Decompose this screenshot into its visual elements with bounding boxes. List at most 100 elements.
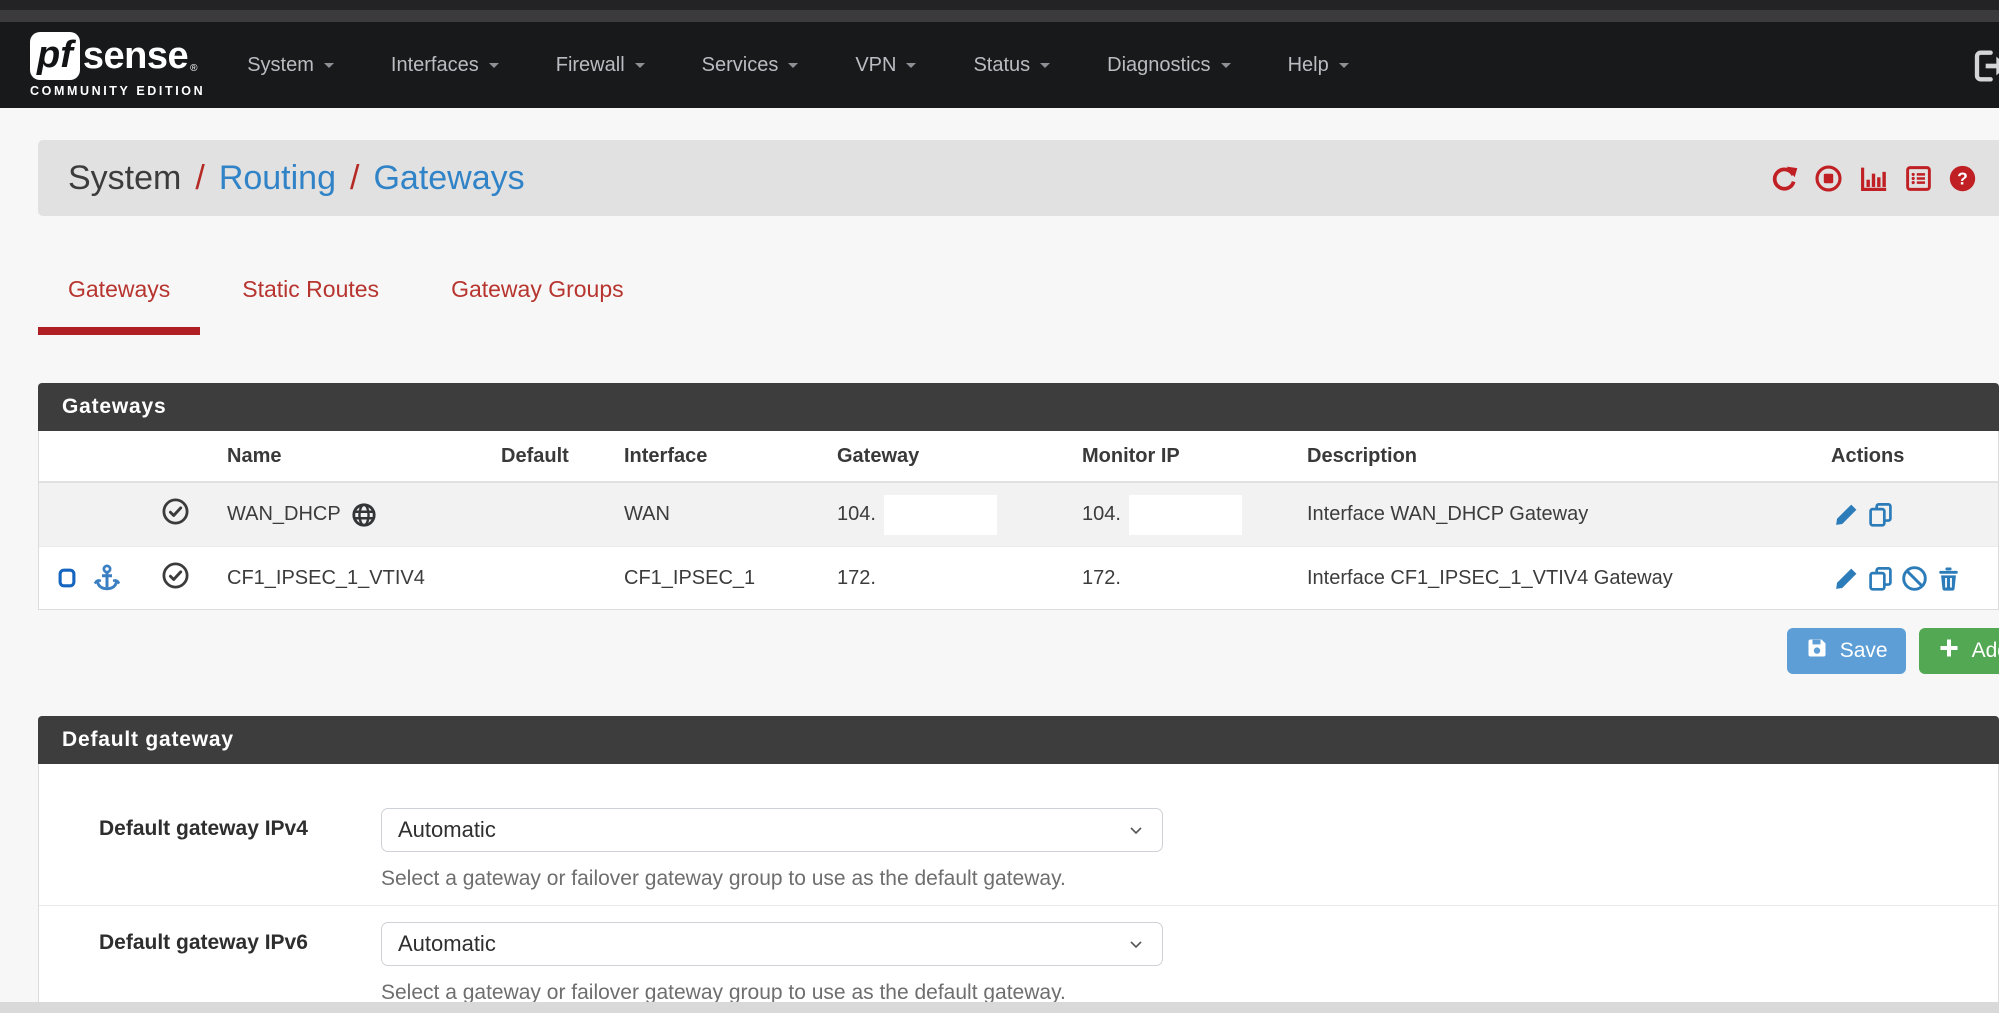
logo-sense-text: sense [83, 35, 188, 78]
monitor-ip: 104. [1082, 503, 1121, 526]
bar-chart-icon[interactable] [1858, 164, 1889, 193]
default-gateway-ipv4-label: Default gateway IPv4 [39, 808, 381, 891]
gateway-description: Interface CF1_IPSEC_1_VTIV4 Gateway [1297, 567, 1827, 590]
add-button[interactable]: Add [1919, 628, 1999, 674]
gateway-description: Interface WAN_DHCP Gateway [1297, 503, 1827, 526]
save-button[interactable]: Save [1787, 628, 1906, 674]
column-header-name: Name [217, 445, 497, 468]
status-online-icon [161, 561, 190, 596]
default-gateway-ipv6-row: Default gateway IPv6 Automatic Select a … [39, 906, 1998, 1013]
column-header-description: Description [1297, 445, 1827, 468]
pfsense-logo[interactable]: pf sense ® COMMUNITY EDITION [30, 32, 205, 98]
default-gateway-panel-title: Default gateway [38, 716, 1999, 764]
breadcrumb-link-gateways[interactable]: Gateways [373, 159, 524, 198]
breadcrumb-bar: System / Routing / Gateways [38, 140, 1999, 216]
copy-icon[interactable] [1867, 501, 1894, 528]
breadcrumb: System / Routing / Gateways [68, 159, 525, 198]
chevron-down-icon [1126, 820, 1146, 840]
gateways-panel: Gateways Name Default Interface Gateway … [38, 383, 1999, 610]
selected-value: Automatic [398, 817, 496, 843]
default-gateway-panel: Default gateway Default gateway IPv4 Aut… [38, 716, 1999, 1013]
nav-item-services[interactable]: Services [702, 54, 799, 77]
chevron-down-icon [788, 63, 798, 73]
edit-icon[interactable] [1833, 565, 1860, 592]
refresh-icon[interactable] [1770, 164, 1799, 193]
globe-icon [351, 502, 377, 528]
save-icon [1805, 636, 1829, 666]
nav-item-help[interactable]: Help [1288, 54, 1349, 77]
logo-edition-text: COMMUNITY EDITION [30, 84, 205, 98]
chevron-down-icon [635, 63, 645, 73]
gateways-table-header: Name Default Interface Gateway Monitor I… [39, 431, 1998, 483]
chevron-down-icon [324, 63, 334, 73]
gateway-row-cf1-ipsec: CF1_IPSEC_1_VTIV4 CF1_IPSEC_1 172. 172. … [39, 546, 1998, 609]
table-buttons-row: Save Add [38, 628, 1999, 674]
chevron-down-icon [1040, 63, 1050, 73]
status-online-icon [161, 497, 190, 532]
redaction-box [1129, 558, 1242, 598]
column-header-gateway: Gateway [807, 445, 1052, 468]
window-top-strip [0, 0, 1999, 10]
registered-mark: ® [190, 63, 197, 74]
column-header-actions: Actions [1827, 445, 1998, 468]
svg-text:?: ? [1957, 168, 1968, 188]
bottom-window-strip [0, 1002, 1999, 1013]
help-icon[interactable]: ? [1948, 164, 1977, 193]
gateway-row-wan-dhcp: WAN_DHCP WAN 104. 104. Interface WAN_DHC… [39, 483, 1998, 546]
delete-icon[interactable] [1935, 565, 1962, 592]
chevron-down-icon [906, 63, 916, 73]
chevron-down-icon [489, 63, 499, 73]
tab-static-routes[interactable]: Static Routes [212, 264, 409, 335]
default-gateway-ipv6-label: Default gateway IPv6 [39, 922, 381, 1005]
routing-tabs: Gateways Static Routes Gateway Groups [38, 264, 1999, 335]
gateway-address: 104. [837, 503, 876, 526]
default-gateway-ipv4-select[interactable]: Automatic [381, 808, 1163, 852]
nav-item-firewall[interactable]: Firewall [556, 54, 645, 77]
top-navbar: pf sense ® COMMUNITY EDITION System Inte… [0, 22, 1999, 108]
log-icon[interactable] [1904, 164, 1933, 193]
breadcrumb-separator: / [350, 159, 359, 198]
main-menu: System Interfaces Firewall Services VPN … [247, 54, 1348, 77]
redaction-box [1129, 495, 1242, 535]
gateway-name: WAN_DHCP [227, 503, 341, 526]
default-gateway-ipv4-row: Default gateway IPv4 Automatic Select a … [39, 764, 1998, 906]
tab-gateways[interactable]: Gateways [38, 264, 200, 335]
logo-pf-box: pf [30, 32, 80, 80]
stop-circle-icon[interactable] [1814, 164, 1843, 193]
field-help-text: Select a gateway or failover gateway gro… [381, 867, 1181, 891]
tab-gateway-groups[interactable]: Gateway Groups [421, 264, 654, 335]
chevron-down-icon [1126, 934, 1146, 954]
sign-out-icon[interactable] [1969, 46, 1999, 91]
anchor-icon [92, 563, 122, 593]
edit-icon[interactable] [1833, 501, 1860, 528]
gateway-name: CF1_IPSEC_1_VTIV4 [227, 567, 425, 590]
default-gateway-ipv6-select[interactable]: Automatic [381, 922, 1163, 966]
redaction-box [884, 495, 997, 535]
gateway-interface: WAN [612, 503, 807, 526]
disable-icon[interactable] [1901, 565, 1928, 592]
gateway-interface: CF1_IPSEC_1 [612, 567, 807, 590]
nav-item-interfaces[interactable]: Interfaces [391, 54, 499, 77]
nav-item-system[interactable]: System [247, 54, 334, 77]
gateways-panel-title: Gateways [38, 383, 1999, 431]
copy-icon[interactable] [1867, 565, 1894, 592]
window-title-strip [0, 10, 1999, 22]
breadcrumb-section: System [68, 159, 181, 198]
breadcrumb-link-routing[interactable]: Routing [219, 159, 336, 198]
nav-item-status[interactable]: Status [973, 54, 1050, 77]
nav-item-vpn[interactable]: VPN [855, 54, 916, 77]
gateway-address: 172. [837, 567, 876, 590]
selected-value: Automatic [398, 931, 496, 957]
column-header-interface: Interface [612, 445, 807, 468]
pfsense-gateways-page: pf sense ® COMMUNITY EDITION System Inte… [0, 0, 1999, 1013]
page-action-icons: ? [1770, 164, 1977, 193]
chevron-down-icon [1221, 63, 1231, 73]
gateways-table: Name Default Interface Gateway Monitor I… [38, 431, 1999, 610]
column-header-default: Default [497, 445, 612, 468]
column-header-monitor-ip: Monitor IP [1052, 445, 1297, 468]
breadcrumb-separator: / [195, 159, 204, 198]
chevron-down-icon [1339, 63, 1349, 73]
checkbox-icon[interactable] [56, 565, 78, 591]
nav-item-diagnostics[interactable]: Diagnostics [1107, 54, 1230, 77]
plus-icon [1937, 636, 1961, 666]
